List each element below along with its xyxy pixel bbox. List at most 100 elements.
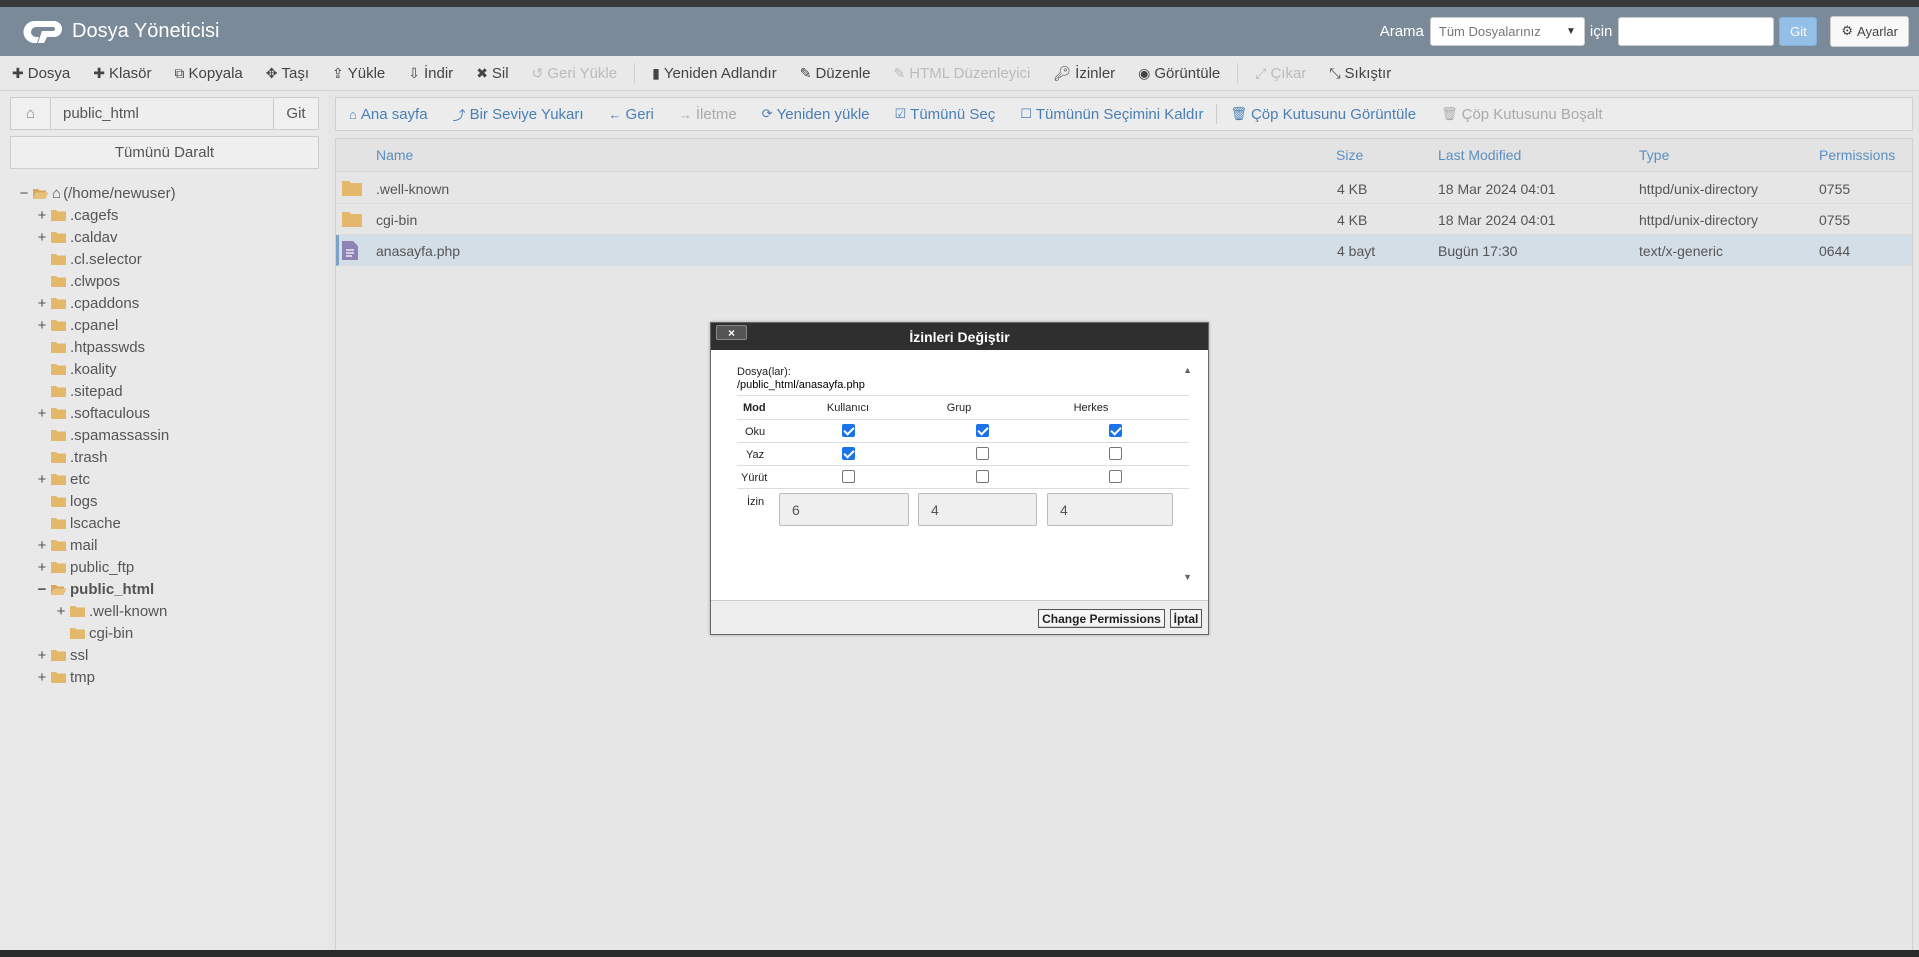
expand-icon[interactable]: + [36,229,48,246]
path-go-button[interactable]: Git [274,98,318,129]
download-button[interactable]: ⇩ İndir [408,65,453,82]
select-all-button[interactable]: ☑ Tümünü Seç [895,106,996,123]
home-button[interactable]: ⌂ Ana sayfa [349,106,428,123]
tree-item[interactable]: .clwpos [36,270,120,292]
collapse-icon[interactable]: − [36,581,48,598]
group-read-checkbox[interactable] [976,424,989,437]
column-header-name[interactable]: Name [376,147,413,163]
search-go-button[interactable]: Git [1779,16,1818,46]
tree-item[interactable]: .cl.selector [36,248,142,270]
new-folder-button[interactable]: ✚ Klasör [93,65,151,82]
table-row[interactable]: anasayfa.php 4 bayt Bugün 17:30 text/x-gene… [336,235,1912,266]
settings-label: Ayarlar [1857,23,1898,39]
expand-icon[interactable]: + [36,537,48,554]
tree-item[interactable]: .sitepad [36,380,123,402]
tree-item[interactable]: + public_ftp [36,556,135,578]
tree-item[interactable]: .trash [36,446,108,468]
world-write-checkbox[interactable] [1109,447,1122,460]
restore-button[interactable]: ↺ Geri Yükle [532,65,618,82]
move-button[interactable]: ✥ Taşı [266,65,309,82]
bottom-strip [0,950,1919,957]
tree-item[interactable]: + .softaculous [36,402,150,424]
html-editor-button[interactable]: ✎ HTML Düzenleyici [893,65,1030,82]
trash-icon: 🗑︎ [1230,106,1247,121]
expand-icon[interactable]: + [36,207,48,224]
column-header-modified[interactable]: Last Modified [1438,147,1521,163]
world-read-checkbox[interactable] [1109,424,1122,437]
view-button[interactable]: ◉ Görüntüle [1138,65,1220,82]
tree-item[interactable]: + tmp [36,666,95,688]
expand-icon[interactable]: + [36,405,48,422]
search-scope-select[interactable]: Tüm Dosyalarınız ▼ [1429,16,1585,46]
column-header-type[interactable]: Type [1639,147,1669,163]
column-header-permissions[interactable]: Permissions [1819,147,1895,163]
scroll-up-arrow-icon[interactable]: ▲ [1183,365,1192,375]
home-icon: ⌂ [349,106,357,122]
up-one-level-button[interactable]: ⤴ Bir Seviye Yukarı [453,105,584,124]
table-row[interactable]: cgi-bin 4 KB 18 Mar 2024 04:01 httpd/unix-d… [336,204,1912,235]
expand-icon[interactable]: + [36,471,48,488]
tree-item[interactable]: .htpasswds [36,336,145,358]
user-read-checkbox[interactable] [842,424,855,437]
tree-item[interactable]: lscache [36,512,121,534]
permissions-button[interactable]: 🔑︎ İzinler [1053,65,1115,82]
empty-trash-button[interactable]: 🗑︎ Çöp Kutusunu Boşalt [1441,106,1602,123]
tree-item[interactable]: + .cpanel [36,314,119,336]
logo[interactable]: Dosya Yöneticisi [20,17,219,47]
unselect-all-button[interactable]: ☐ Tümünün Seçimini Kaldır [1020,106,1203,123]
trash-icon: 🗑︎ [1441,106,1458,121]
dialog-close-button[interactable]: × [716,325,747,340]
copy-button[interactable]: ⧉ Kopyala [175,65,243,82]
change-permissions-button[interactable]: Change Permissions [1038,609,1165,628]
compress-button[interactable]: ⤡ Sıkıştır [1329,65,1391,82]
rename-button[interactable]: ▮ Yeniden Adlandır [652,65,777,82]
expand-icon[interactable]: + [55,603,67,620]
reload-button[interactable]: ⟳ Yeniden yükle [762,106,870,123]
user-execute-checkbox[interactable] [842,470,855,483]
delete-button[interactable]: ✖ Sil [476,65,508,82]
tree-item[interactable]: − public_html [36,578,155,600]
group-write-checkbox[interactable] [976,447,989,460]
tree-item[interactable]: − ⌂ (/home/newuser) [18,182,176,204]
settings-button[interactable]: ⚙ Ayarlar [1830,15,1909,47]
forward-button[interactable]: → İletme [679,106,737,123]
user-write-checkbox[interactable] [842,447,855,460]
tree-item[interactable]: + ssl [36,644,89,666]
world-execute-checkbox[interactable] [1109,470,1122,483]
group-execute-checkbox[interactable] [976,470,989,483]
home-icon[interactable]: ⌂ [11,98,51,129]
tree-item[interactable]: cgi-bin [55,622,133,644]
tree-item[interactable]: .koality [36,358,117,380]
expand-icon[interactable]: + [36,559,48,576]
change-permissions-dialog: × İzinleri Değiştir ▲ ▼ Dosya(lar): /pub… [710,322,1209,635]
tree-item[interactable]: + .cagefs [36,204,119,226]
tree-item[interactable]: + .caldav [36,226,118,248]
path-input[interactable]: public_html [51,98,274,129]
permission-value-row: İzin 6 4 4 [737,488,1189,530]
collapse-icon[interactable]: − [18,185,30,202]
user-label: Kullanıcı [826,402,870,414]
expand-icon[interactable]: + [36,669,48,686]
edit-button[interactable]: ✎ Düzenle [800,65,871,82]
tree-item[interactable]: .spamassassin [36,424,169,446]
upload-button[interactable]: ⇪ Yükle [332,65,385,82]
new-file-button[interactable]: ✚ Dosya [12,65,70,82]
tree-item[interactable]: + mail [36,534,98,556]
tree-item[interactable]: logs [36,490,98,512]
view-trash-button[interactable]: 🗑︎ Çöp Kutusunu Görüntüle [1230,106,1416,123]
tree-item[interactable]: + .well-known [55,600,168,622]
cancel-button[interactable]: İptal [1170,609,1202,628]
collapse-all-button[interactable]: Tümünü Daralt [10,136,319,169]
extract-button[interactable]: ⤢ Çıkar [1255,65,1306,82]
tree-item[interactable]: + etc [36,468,90,490]
scroll-down-arrow-icon[interactable]: ▼ [1183,572,1192,582]
column-header-size[interactable]: Size [1336,147,1363,163]
table-row[interactable]: .well-known 4 KB 18 Mar 2024 04:01 httpd/un… [336,173,1912,204]
search-input[interactable] [1618,16,1775,46]
expand-icon[interactable]: + [36,647,48,664]
tree-item[interactable]: + .cpaddons [36,292,140,314]
back-button[interactable]: ← Geri [609,106,654,123]
expand-icon[interactable]: + [36,295,48,312]
expand-icon[interactable]: + [36,317,48,334]
for-label: için [1589,22,1613,40]
